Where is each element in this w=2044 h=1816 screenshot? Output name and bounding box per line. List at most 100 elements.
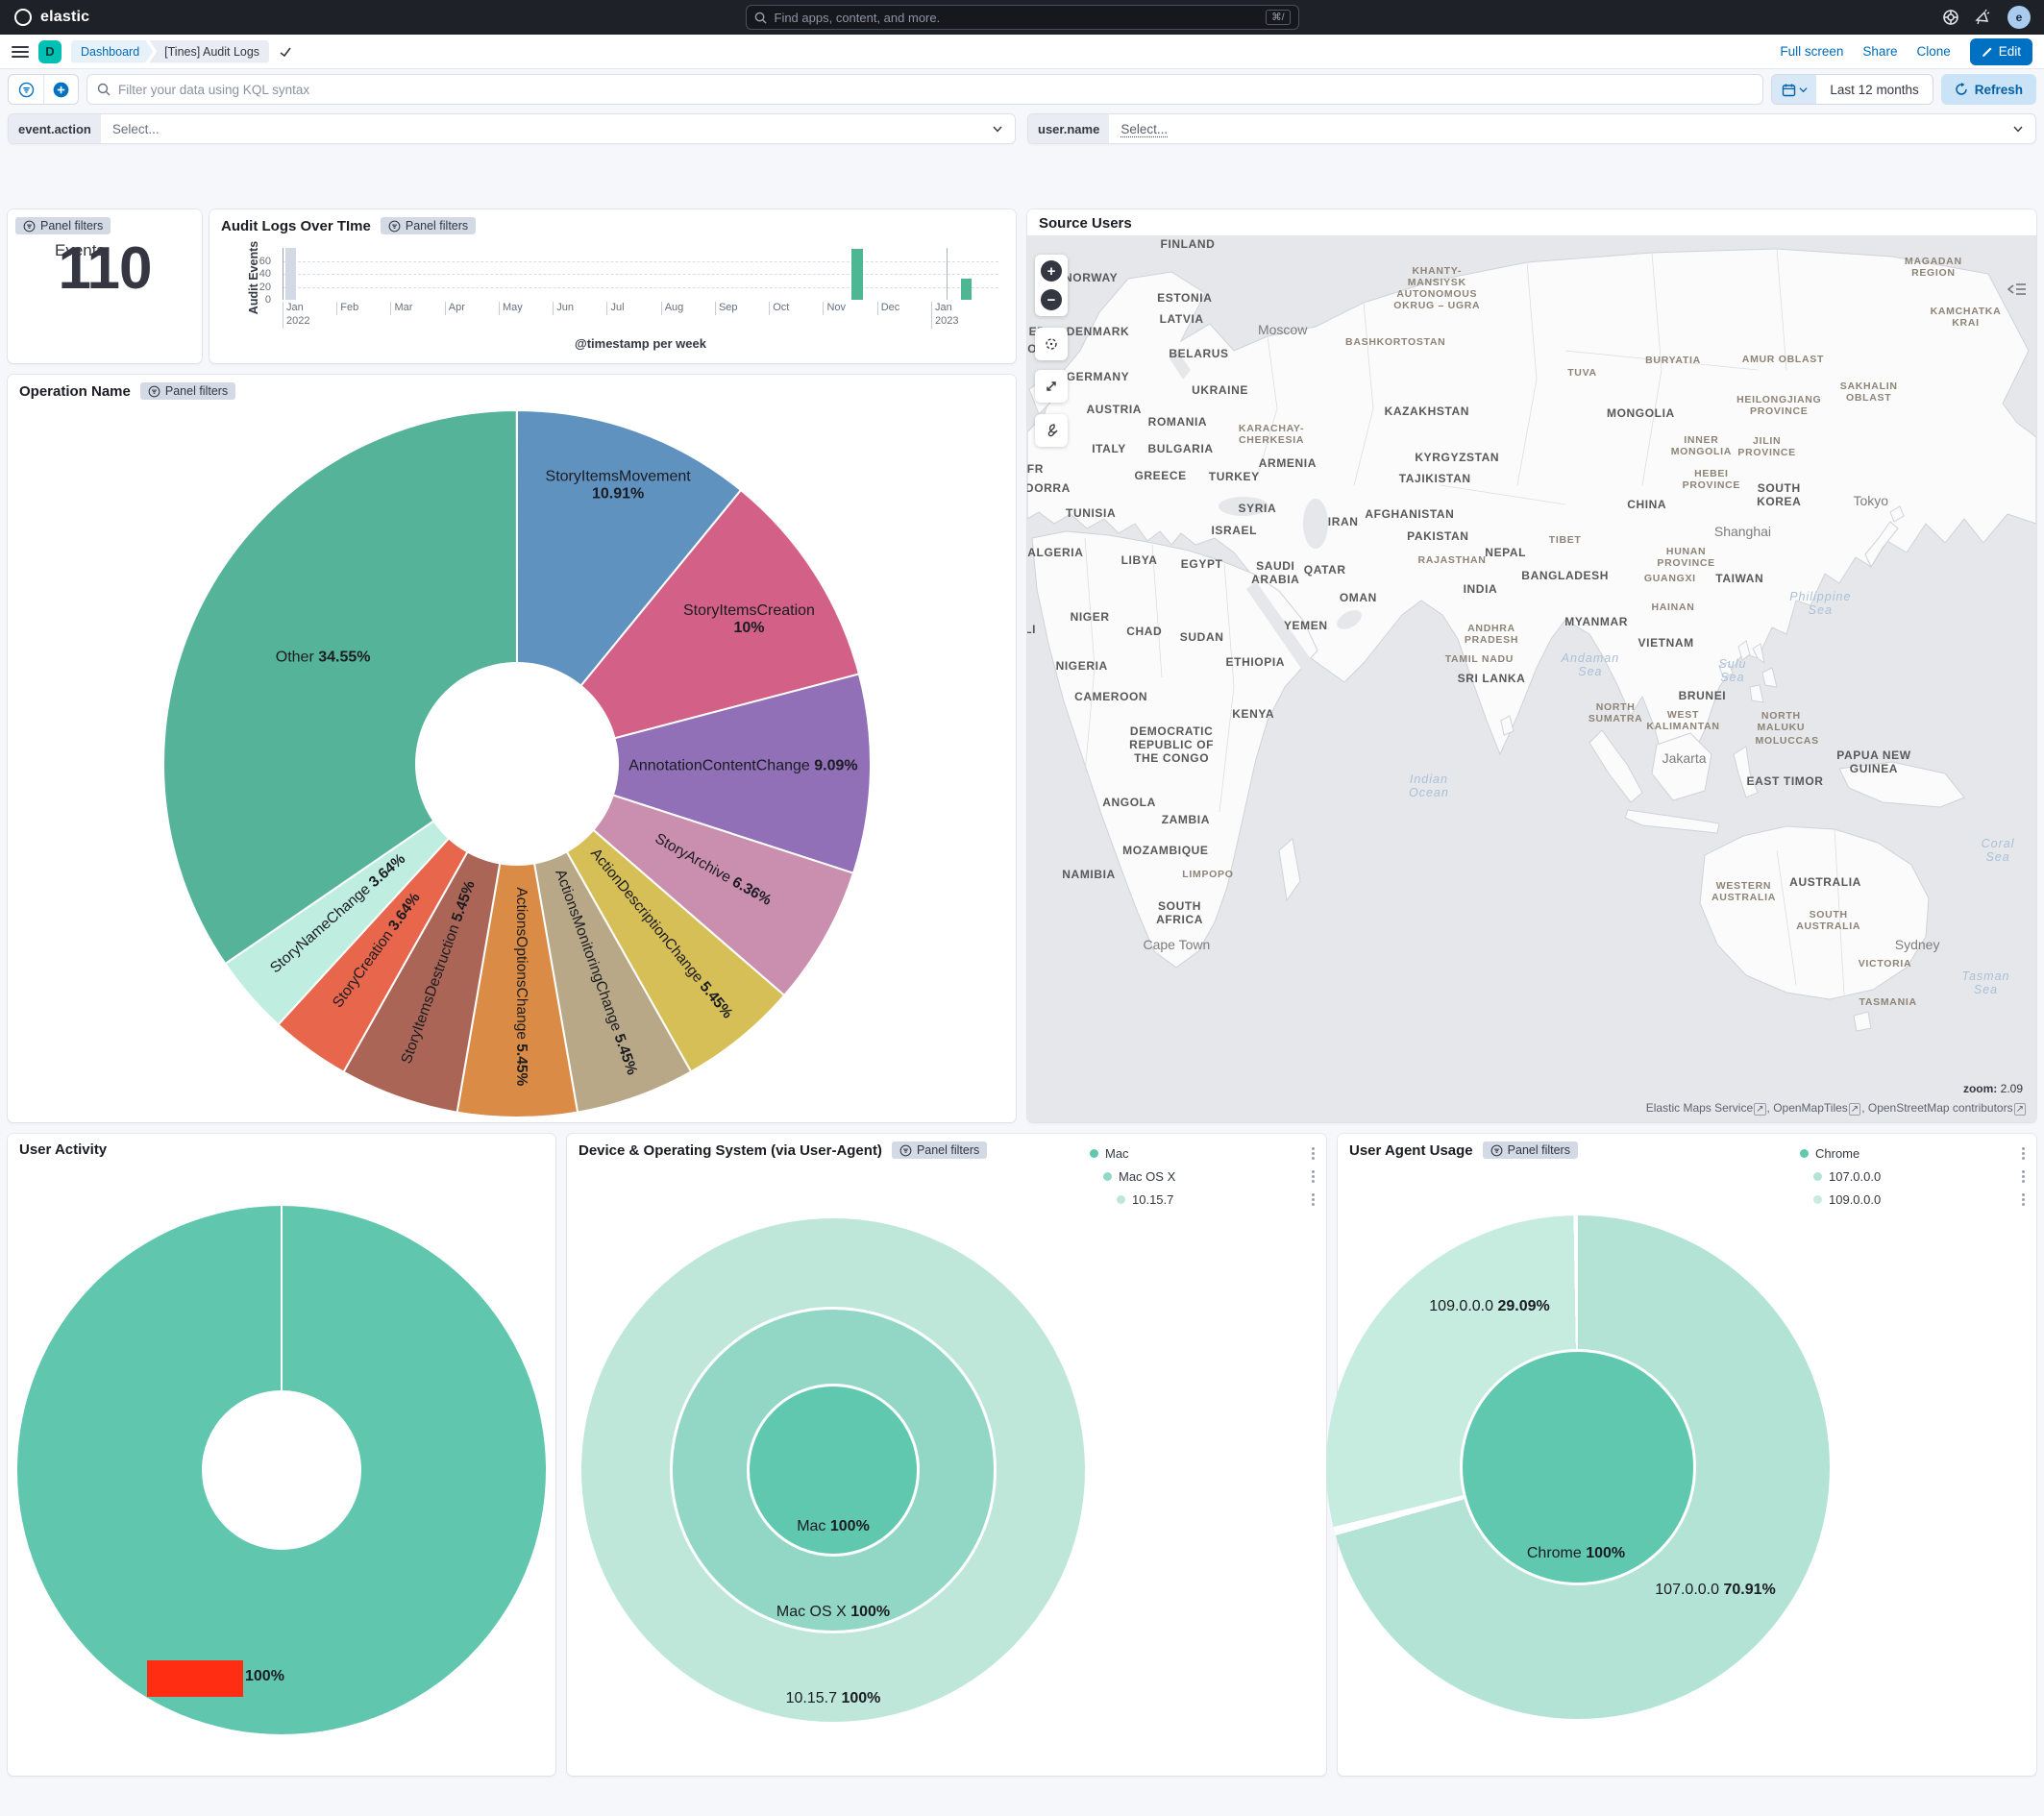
map-label-country: NORWAY: [1064, 271, 1118, 284]
legend-item-109.0.0.0[interactable]: 109.0.0.0: [1796, 1190, 2027, 1209]
panel-events: Panel filters Events 110: [8, 209, 202, 363]
map-label-sea: Andaman Sea: [1562, 651, 1620, 678]
histogram-bar[interactable]: [851, 249, 862, 300]
date-quick-select-button[interactable]: [1772, 75, 1816, 104]
elastic-logo[interactable]: elastic: [13, 8, 89, 27]
panel-filters-badge[interactable]: Panel filters: [381, 217, 476, 234]
zoom-in-button[interactable]: +: [1041, 260, 1062, 282]
legend-item-Mac OS X[interactable]: Mac OS X: [1086, 1166, 1317, 1186]
map-label-country: PAKISTAN: [1407, 529, 1468, 543]
x-axis-title: @timestamp per week: [283, 336, 998, 351]
panel-title: Source Users: [1039, 215, 1132, 232]
legend-dot: [1090, 1149, 1098, 1158]
map-label-country: NAMIBIA: [1062, 868, 1116, 881]
x-tick: Jun: [553, 302, 574, 315]
space-avatar[interactable]: D: [38, 40, 62, 63]
map-label-region: KHANTY- MANSIYSK AUTONOMOUS OKRUG – UGRA: [1393, 265, 1480, 311]
map-label-country: AFGHANISTAN: [1365, 507, 1454, 521]
legend-item-Chrome[interactable]: Chrome: [1796, 1143, 2027, 1163]
map-labels-layer: FINLANDNORWAYESTONIALATVIADENMARKMoscowB…: [1027, 235, 2036, 1122]
map-label-country: NIGERIA: [1056, 659, 1108, 673]
legend-item-107.0.0.0[interactable]: 107.0.0.0: [1796, 1166, 2027, 1186]
legend-actions-icon[interactable]: [2020, 1168, 2027, 1185]
map-label-country: UKRAINE: [1192, 383, 1248, 397]
panel-filters-badge[interactable]: Panel filters: [1483, 1141, 1578, 1159]
collapse-legend-icon: [2007, 282, 2027, 297]
map-label-country: FINLAND: [1161, 237, 1216, 251]
share-link[interactable]: Share: [1862, 44, 1897, 59]
map-label-region: INNER MONGOLIA: [1671, 434, 1732, 457]
map-label-country: KYRGYZSTAN: [1415, 451, 1499, 464]
map-label-country: ROMANIA: [1148, 415, 1208, 429]
map-canvas[interactable]: FINLANDNORWAYESTONIALATVIADENMARKMoscowB…: [1027, 235, 2036, 1122]
legend-actions-icon[interactable]: [2020, 1191, 2027, 1208]
search-icon: [97, 83, 111, 96]
zoom-out-button[interactable]: −: [1041, 289, 1062, 310]
expand-map-button[interactable]: [1035, 370, 1068, 403]
control-value[interactable]: Select...: [1109, 122, 2012, 136]
kql-query-input[interactable]: Filter your data using KQL syntax: [86, 74, 1763, 105]
legend-item-Mac[interactable]: Mac: [1086, 1143, 1317, 1163]
map-label-region: HEBEI PROVINCE: [1683, 468, 1740, 491]
map-label-country: SOUTH KOREA: [1757, 481, 1801, 508]
map-label-country: SAUDI ARABIA: [1251, 559, 1299, 586]
control-user-name[interactable]: user.name Select...: [1027, 113, 2036, 144]
legend-actions-icon[interactable]: [1310, 1168, 1317, 1185]
x-tick: Sep: [715, 302, 738, 315]
legend-actions-icon[interactable]: [1310, 1191, 1317, 1208]
map-label-country: ETHIOPIA: [1226, 655, 1285, 669]
full-screen-link[interactable]: Full screen: [1780, 44, 1843, 59]
check-icon[interactable]: [279, 45, 292, 59]
panel-title: Device & Operating System (via User-Agen…: [579, 1142, 882, 1159]
panel-filters-badge[interactable]: Panel filters: [140, 382, 235, 400]
legend-item-10.15.7[interactable]: 10.15.7: [1086, 1190, 1317, 1209]
attribution-link[interactable]: OpenStreetMap contributors: [1868, 1101, 2013, 1115]
global-search-input[interactable]: Find apps, content, and more. ⌘/: [746, 5, 1299, 30]
legend-dot: [1103, 1172, 1112, 1181]
map-label-region: VICTORIA: [1859, 958, 1912, 969]
control-event-action[interactable]: event.action Select...: [8, 113, 1016, 144]
edit-button[interactable]: Edit: [1970, 38, 2032, 65]
menu-icon[interactable]: [12, 46, 29, 58]
breadcrumb-dashboard[interactable]: Dashboard: [71, 40, 153, 63]
gridline: [283, 287, 998, 288]
map-label-region: TIBET: [1549, 534, 1582, 546]
histogram-bar[interactable]: [285, 248, 296, 300]
legend-label: Mac OS X: [1119, 1169, 1175, 1184]
clone-link[interactable]: Clone: [1916, 44, 1950, 59]
legend-actions-icon[interactable]: [1310, 1145, 1317, 1162]
control-value[interactable]: Select...: [101, 122, 992, 136]
map-label-sea: Indian Ocean: [1409, 773, 1449, 799]
x-axis-ticks: Jan 2022FebMarAprMayJunJulAugSepOctNovDe…: [283, 302, 998, 331]
map-label-country: AUSTRALIA: [1789, 875, 1861, 889]
map-label-city: Shanghai: [1714, 524, 1771, 539]
gridline: [283, 274, 998, 275]
map-label-country: SUDAN: [1180, 630, 1224, 644]
panel-filters-badge[interactable]: Panel filters: [892, 1141, 987, 1159]
top-header: elastic Find apps, content, and more. ⌘/…: [0, 0, 2044, 35]
map-tools-button[interactable]: [1035, 414, 1068, 447]
histogram-bar[interactable]: [961, 279, 972, 300]
saved-query-icon[interactable]: [9, 75, 43, 104]
newsfeed-icon[interactable]: [1975, 9, 1992, 26]
add-filter-button[interactable]: [43, 75, 78, 104]
user-avatar[interactable]: e: [2007, 6, 2031, 29]
map-label-country: BELARUS: [1169, 347, 1228, 360]
map-label-city: Sydney: [1895, 937, 1940, 952]
attribution-link[interactable]: Elastic Maps Service: [1646, 1101, 1753, 1115]
refresh-button[interactable]: Refresh: [1941, 74, 2036, 105]
map-zoom-level: zoom: 2.09: [1963, 1082, 2023, 1095]
legend-actions-icon[interactable]: [2020, 1145, 2027, 1162]
map-label-sea: Coral Sea: [1982, 837, 2015, 864]
map-label-country: SRI LANKA: [1458, 672, 1526, 685]
attribution-link[interactable]: OpenMapTiles: [1773, 1101, 1848, 1115]
panel-filters-badge[interactable]: Panel filters: [15, 217, 111, 234]
fit-to-data-button[interactable]: [1035, 328, 1068, 360]
collapse-legend-button[interactable]: [2007, 282, 2027, 297]
map-label-region: GUANGXI: [1644, 573, 1696, 584]
domain-end-line: [947, 248, 948, 300]
help-icon[interactable]: [1942, 9, 1959, 26]
panel-device-os: Device & Operating System (via User-Agen…: [567, 1134, 1326, 1776]
map-label-country: NIGER: [1071, 610, 1110, 624]
time-range-value[interactable]: Last 12 months: [1816, 75, 1932, 104]
